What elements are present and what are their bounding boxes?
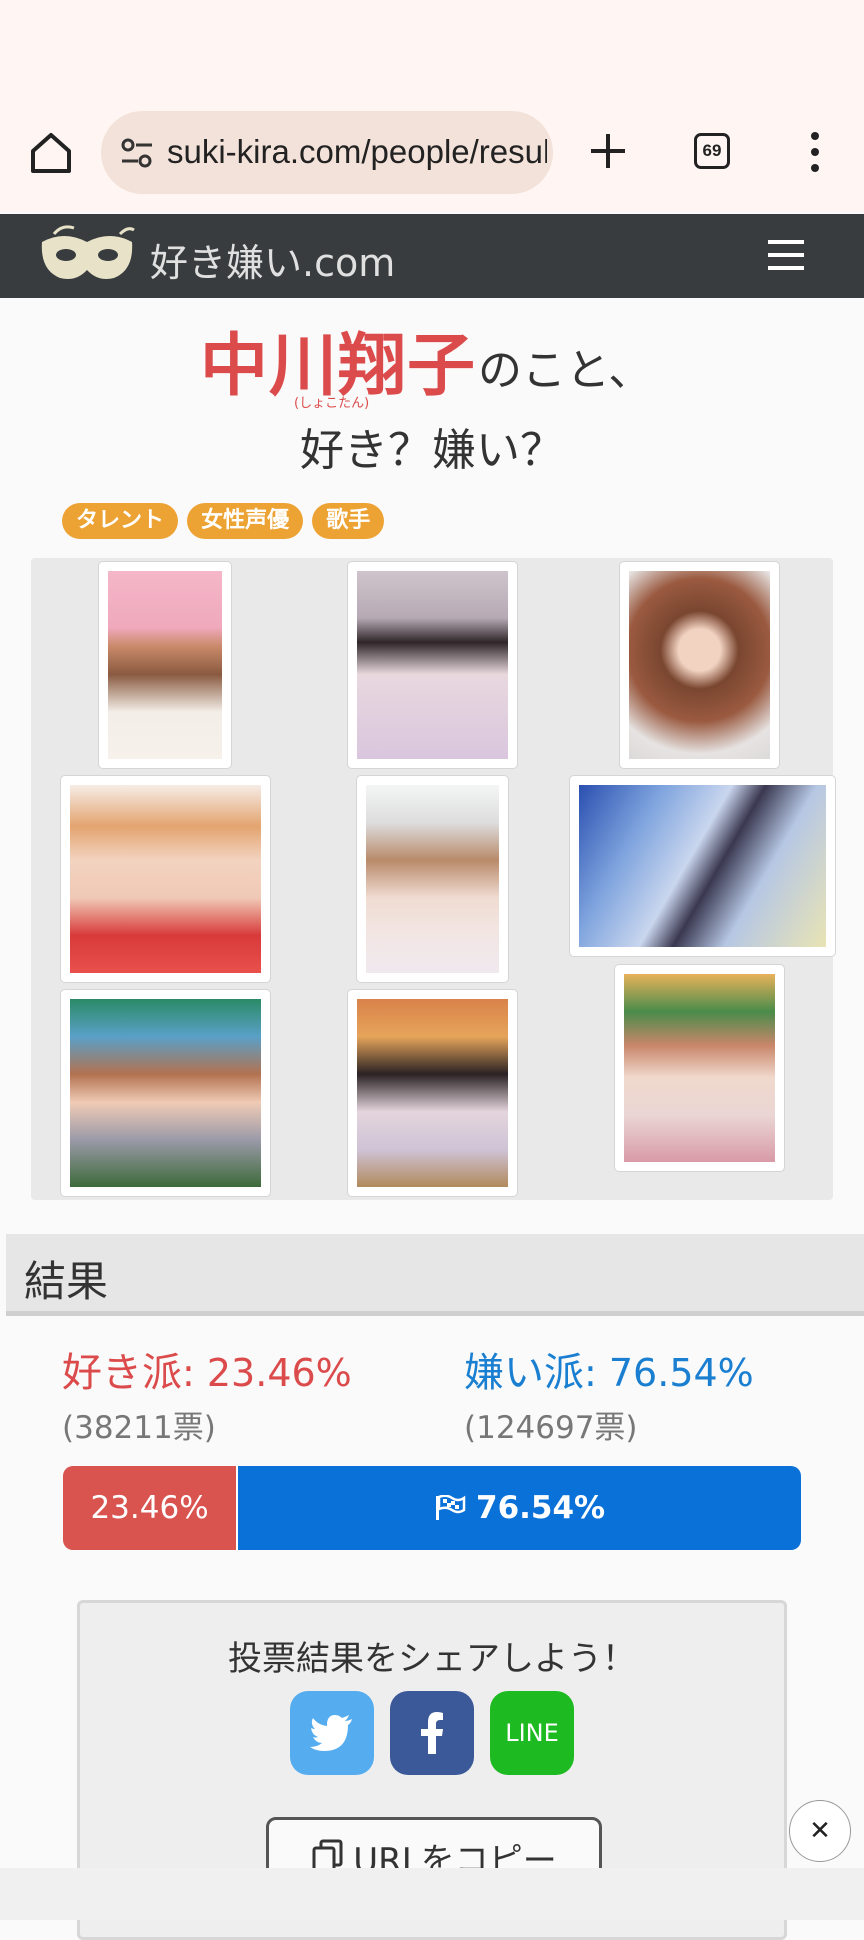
- flag-icon: [436, 1495, 466, 1520]
- close-icon[interactable]: ✕: [809, 1816, 831, 1846]
- like-bar-label: 23.46%: [90, 1490, 209, 1526]
- tab-switcher-button[interactable]: 69: [694, 133, 730, 169]
- more-options-icon[interactable]: [800, 130, 830, 174]
- gallery-photo[interactable]: [619, 561, 780, 769]
- dislike-label: 嫌い派: [464, 1350, 584, 1396]
- tag-singer[interactable]: 歌手: [312, 503, 385, 539]
- facebook-icon: [421, 1712, 443, 1754]
- new-tab-icon[interactable]: [586, 129, 630, 173]
- tag-talent[interactable]: タレント: [62, 503, 179, 539]
- person-nickname: (しょこたん): [294, 396, 370, 411]
- like-votes: (38211票): [62, 1410, 216, 1446]
- home-icon[interactable]: [28, 130, 74, 176]
- like-bar-segment: 23.46%: [63, 1466, 239, 1550]
- share-prompt: 投票結果をシェアしよう！: [228, 1639, 636, 1679]
- gallery-photo[interactable]: [569, 775, 836, 957]
- dislike-votes: (124697票): [464, 1410, 638, 1446]
- close-button[interactable]: ✕: [789, 1800, 851, 1862]
- line-share-button[interactable]: LINE: [490, 1691, 574, 1775]
- facebook-share-button[interactable]: [390, 1691, 474, 1775]
- result-progress-bar: 23.46% 76.54%: [63, 1466, 801, 1550]
- like-percentage: : 23.46%: [182, 1351, 352, 1395]
- gallery-photo[interactable]: [60, 989, 271, 1197]
- gallery-photo[interactable]: [60, 775, 271, 983]
- bottom-system-strip: [0, 1868, 864, 1920]
- tag-voice-actress[interactable]: 女性声優: [187, 503, 304, 539]
- title-suffix: のこと、: [478, 345, 653, 396]
- result-heading: 結果: [24, 1257, 109, 1306]
- dislike-summary: 嫌い派: 76.54%: [464, 1340, 754, 1398]
- dislike-bar-label: 76.54%: [476, 1490, 606, 1526]
- mask-logo-icon[interactable]: [34, 220, 140, 292]
- gallery-photo[interactable]: [347, 561, 518, 769]
- twitter-share-button[interactable]: [290, 1691, 374, 1775]
- category-tags: タレント 女性声優 歌手: [62, 503, 388, 539]
- dislike-bar-segment: 76.54%: [238, 1466, 801, 1550]
- gallery-photo[interactable]: [614, 964, 785, 1172]
- twitter-icon: [310, 1715, 352, 1751]
- site-logo-text[interactable]: 好き嫌い.com: [150, 232, 395, 287]
- line-label: LINE: [505, 1719, 559, 1747]
- menu-icon[interactable]: [766, 236, 806, 274]
- address-bar[interactable]: suki-kira.com/people/result/中川翔子: [101, 111, 553, 194]
- gallery-photo[interactable]: [356, 775, 509, 983]
- like-summary: 好き派: 23.46%: [62, 1340, 352, 1398]
- site-header: 好き嫌い.com: [0, 214, 864, 298]
- dislike-percentage: : 76.54%: [584, 1351, 754, 1395]
- site-settings-icon[interactable]: [119, 135, 155, 171]
- photo-gallery: [31, 558, 836, 1200]
- url-text[interactable]: suki-kira.com/people/result/中川翔子: [167, 131, 547, 173]
- like-dislike-question: 好き？嫌い？: [300, 425, 564, 476]
- status-bar-area: [0, 0, 864, 100]
- gallery-photo[interactable]: [347, 989, 518, 1197]
- like-label: 好き派: [62, 1350, 182, 1396]
- gallery-photo[interactable]: [98, 561, 232, 769]
- result-section-header: 結果: [6, 1234, 864, 1316]
